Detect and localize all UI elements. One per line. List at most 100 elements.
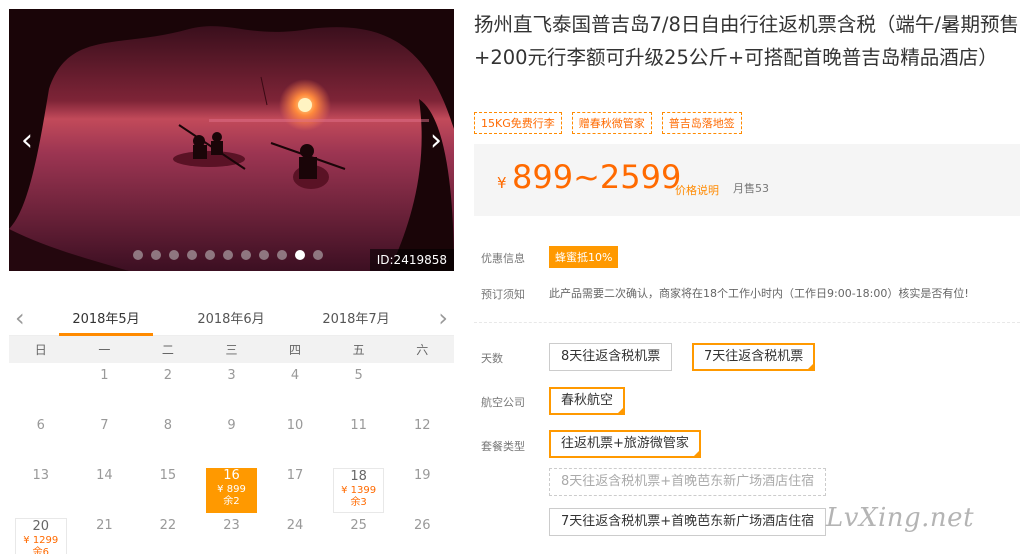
day-number: 12 — [413, 418, 431, 433]
calendar-day: 13 — [9, 463, 73, 513]
calendar-day: 23 — [200, 513, 264, 554]
pagination-dot[interactable] — [169, 250, 179, 260]
gallery-photo — [9, 9, 454, 271]
day-number: 23 — [223, 518, 240, 533]
pagination-dot[interactable] — [187, 250, 197, 260]
day-number: 24 — [286, 518, 304, 533]
discount-label: 优惠信息 — [481, 252, 525, 265]
day-number: 11 — [350, 418, 367, 433]
price-note-link[interactable]: 价格说明 — [675, 182, 719, 198]
day-number: 21 — [96, 518, 113, 533]
calendar-day: 10 — [263, 413, 327, 463]
calendar-day: 24 — [263, 513, 327, 554]
photo-gallery: ‹ › ID:2419858 — [9, 9, 454, 271]
day-number: 25 — [350, 518, 367, 533]
calendar-day: 25 — [327, 513, 391, 554]
pagination-dot[interactable] — [241, 250, 251, 260]
price-box: ¥ 899~2599 价格说明 月售53 — [474, 144, 1020, 216]
day-price: ¥ 1399 — [341, 485, 377, 496]
notice-label: 预订须知 — [481, 288, 525, 301]
pagination-dot[interactable] — [277, 250, 287, 260]
gallery-next-button[interactable]: › — [418, 9, 454, 271]
day-number: 9 — [227, 418, 236, 433]
option-airline-spring[interactable]: 春秋航空 — [549, 387, 626, 415]
day-number: 2 — [163, 368, 173, 383]
day-number: 14 — [96, 468, 113, 483]
month-tab-july[interactable]: 2018年7月 — [309, 308, 403, 327]
pagination-dot[interactable] — [223, 250, 233, 260]
calendar-day: 12 — [390, 413, 454, 463]
airline-label: 航空公司 — [481, 396, 525, 409]
calendar-empty-cell — [9, 363, 73, 413]
calendar-day: 1 — [73, 363, 137, 413]
calendar-day: 19 — [390, 463, 454, 513]
day-number: 20 — [32, 519, 50, 534]
calendar-day: 14 — [73, 463, 137, 513]
day-number: 8 — [163, 418, 173, 433]
calendar-day: 9 — [200, 413, 264, 463]
date-calendar: ‹ 2018年5月 2018年6月 2018年7月 › 日 一 二 三 四 五 … — [9, 300, 454, 554]
day-number: 18 — [350, 469, 367, 484]
tag-free-baggage: 15KG免费行李 — [474, 112, 562, 134]
weekday-label: 五 — [352, 343, 365, 357]
site-watermark: LvXing.net — [826, 503, 975, 533]
calendar-prev-icon[interactable]: ‹ — [15, 304, 25, 332]
gallery-pagination — [133, 250, 323, 260]
price-range: 899~2599 — [512, 158, 682, 196]
calendar-day: 17 — [263, 463, 327, 513]
option-8-days[interactable]: 8天往返含税机票 — [549, 343, 673, 371]
calendar-next-icon[interactable]: › — [438, 304, 448, 332]
discount-badge: 蜂蜜抵10% — [549, 246, 619, 268]
gallery-prev-button[interactable]: ‹ — [9, 9, 45, 271]
day-number: 15 — [159, 468, 177, 483]
day-remaining: 余2 — [223, 496, 240, 507]
day-number: 5 — [354, 368, 363, 383]
calendar-day: 2 — [136, 363, 200, 413]
pagination-dot[interactable] — [205, 250, 215, 260]
calendar-day[interactable]: 16 ¥ 899 余2 — [205, 468, 258, 513]
calendar-empty-cell — [390, 363, 454, 413]
booking-notice: 此产品需要二次确认，商家将在18个工作小时内（工作日9:00-18:00）核实是… — [549, 287, 969, 300]
pagination-dot[interactable] — [313, 250, 323, 260]
day-number: 6 — [36, 418, 45, 433]
day-number: 1 — [100, 368, 109, 383]
active-month-underline — [59, 333, 153, 336]
feature-tags: 15KG免费行李 赠春秋微管家 普吉岛落地签 — [474, 112, 742, 134]
photo-id-label: ID:2419858 — [369, 249, 454, 271]
calendar-day: 8 — [136, 413, 200, 463]
month-tab-may[interactable]: 2018年5月 — [59, 308, 153, 327]
monthly-sales: 月售53 — [733, 182, 769, 195]
tag-butler-gift: 赠春秋微管家 — [571, 112, 652, 134]
day-number: 26 — [413, 518, 431, 533]
calendar-day: 26 — [390, 513, 454, 554]
day-number: 16 — [223, 468, 240, 483]
product-title: 扬州直飞泰国普吉岛7/8日自由行往返机票含税（端午/暑期预售+200元行李额可升… — [474, 13, 1019, 69]
pagination-dot[interactable] — [295, 250, 305, 260]
option-package-butler[interactable]: 往返机票+旅游微管家 — [549, 430, 701, 458]
calendar-day: 21 — [73, 513, 137, 554]
calendar-day: 22 — [136, 513, 200, 554]
calendar-day: 4 — [263, 363, 327, 413]
calendar-day[interactable]: 18 ¥ 1399 余3 — [332, 468, 385, 513]
option-package-8d-hotel[interactable]: 8天往返含税机票+首晚芭东新广场酒店住宿 — [549, 468, 827, 496]
pagination-dot[interactable] — [151, 250, 161, 260]
day-remaining: 余3 — [350, 497, 367, 508]
calendar-day[interactable]: 20 ¥ 1299 余6 — [15, 518, 67, 554]
month-tab-june[interactable]: 2018年6月 — [184, 308, 278, 327]
option-package-7d-hotel[interactable]: 7天往返含税机票+首晚芭东新广场酒店住宿 — [549, 508, 827, 536]
pagination-dot[interactable] — [133, 250, 143, 260]
day-price: ¥ 899 — [217, 484, 246, 495]
day-price: ¥ 1299 — [23, 535, 59, 546]
weekday-label: 三 — [225, 343, 238, 357]
day-remaining: 余6 — [32, 547, 49, 554]
weekday-label: 四 — [289, 343, 302, 357]
pagination-dot[interactable] — [259, 250, 269, 260]
calendar-month-nav: ‹ 2018年5月 2018年6月 2018年7月 › — [9, 300, 454, 336]
calendar-grid: 1 2 3 4 5 6 7 8 9 10 11 12 13 14 15 16 ¥ 899 余2 17 18 ¥ 1399… — [9, 363, 454, 554]
calendar-day: 6 — [9, 413, 73, 463]
price-currency: ¥ — [497, 174, 507, 192]
section-divider — [474, 322, 1020, 323]
day-number: 13 — [32, 468, 50, 483]
option-7-days[interactable]: 7天往返含税机票 — [692, 343, 816, 371]
weekday-label: 二 — [161, 343, 174, 357]
